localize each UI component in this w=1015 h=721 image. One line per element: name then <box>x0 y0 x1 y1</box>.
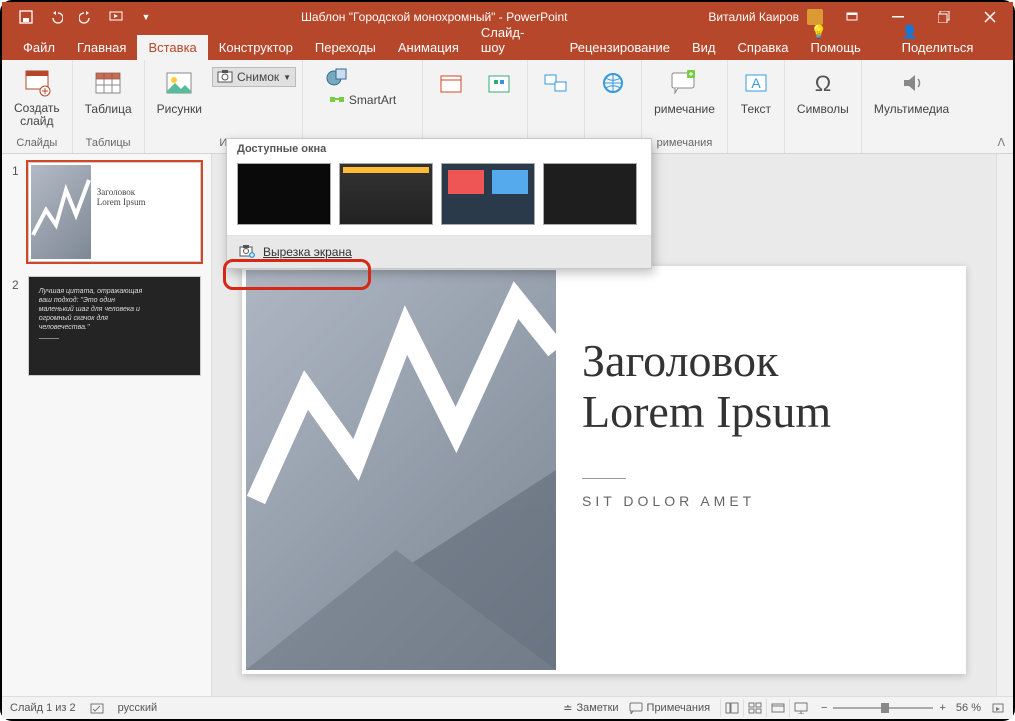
myaddins-icon <box>483 67 515 99</box>
slide-counter[interactable]: Слайд 1 из 2 <box>10 702 76 714</box>
textbox-icon: A <box>740 67 772 99</box>
link-icon <box>597 67 629 99</box>
comment-icon <box>668 67 700 99</box>
notes-button[interactable]: ≐ Заметки <box>563 702 618 715</box>
group-symbols: Ω Символы <box>785 60 862 153</box>
tell-me[interactable]: 💡 Помощь <box>800 19 891 60</box>
window-title: Шаблон "Городской монохромный" - PowerPo… <box>160 10 708 24</box>
slide-thumbnail-2[interactable]: Лучшая цитата, отражающая ваш подход: "Э… <box>28 276 201 376</box>
ribbon-tabs: Файл Главная Вставка Конструктор Переход… <box>2 32 1013 60</box>
slide-subtitle[interactable]: SIT DOLOR AMET <box>582 478 755 509</box>
thumb-number: 2 <box>12 276 28 376</box>
pictures-button[interactable]: Рисунки <box>151 65 208 118</box>
reading-view-icon[interactable] <box>766 699 788 717</box>
view-buttons <box>720 699 811 717</box>
svg-text:A: A <box>751 75 761 91</box>
redo-icon[interactable] <box>72 5 100 29</box>
thumbnail-panel[interactable]: 1 Заголовок Lorem Ipsum 2 Лучшая цитата,… <box>2 154 212 696</box>
zoom-out-icon[interactable]: − <box>821 702 827 714</box>
omega-icon: Ω <box>807 67 839 99</box>
table-button[interactable]: Таблица <box>79 65 138 118</box>
zoom-button[interactable] <box>534 65 578 101</box>
tab-transitions[interactable]: Переходы <box>304 35 387 60</box>
smartart-icon <box>329 92 345 108</box>
audio-icon <box>896 67 928 99</box>
group-tables: Таблица Таблицы <box>73 60 145 153</box>
shapes-icon <box>325 65 349 89</box>
tab-slideshow[interactable]: Слайд-шоу <box>470 20 559 60</box>
svg-text:Ω: Ω <box>815 71 831 96</box>
zoom-track[interactable] <box>833 707 933 709</box>
tab-file[interactable]: Файл <box>12 35 66 60</box>
link-button[interactable] <box>591 65 635 101</box>
addin2-button[interactable] <box>477 65 521 101</box>
window-thumbnail[interactable] <box>543 163 637 225</box>
quick-access-toolbar: ▼ <box>2 5 160 29</box>
tab-design[interactable]: Конструктор <box>208 35 304 60</box>
tab-help[interactable]: Справка <box>727 35 800 60</box>
symbols-button[interactable]: Ω Символы <box>791 65 855 118</box>
screenshot-icon <box>217 69 233 85</box>
pictures-icon <box>163 67 195 99</box>
share-button[interactable]: 👤 Поделиться <box>891 19 1003 60</box>
collapse-ribbon-icon[interactable]: ᐱ <box>997 136 1005 149</box>
fit-to-window-icon[interactable] <box>991 702 1005 714</box>
table-icon <box>92 67 124 99</box>
slide-thumbnail-1[interactable]: Заголовок Lorem Ipsum <box>28 162 201 262</box>
normal-view-icon[interactable] <box>720 699 742 717</box>
group-media: Мультимедиа <box>862 60 961 153</box>
thumb-number: 1 <box>12 162 28 262</box>
zoom-level[interactable]: 56 % <box>956 702 981 714</box>
store-icon <box>435 67 467 99</box>
tab-animations[interactable]: Анимация <box>387 35 470 60</box>
zoom-thumb[interactable] <box>881 703 889 713</box>
shapes-button[interactable] <box>325 65 400 89</box>
smartart-button[interactable]: SmartArt <box>325 91 400 109</box>
zoom-slider[interactable]: − + <box>821 702 946 714</box>
undo-icon[interactable] <box>42 5 70 29</box>
slide-canvas[interactable]: Заголовок Lorem Ipsum SIT DOLOR AMET <box>242 266 966 674</box>
new-slide-icon <box>21 67 53 99</box>
group-text: A Текст <box>728 60 785 153</box>
zoom-in-icon[interactable]: + <box>939 702 945 714</box>
slide-image <box>246 270 556 670</box>
text-button[interactable]: A Текст <box>734 65 778 118</box>
zoom-icon <box>540 67 572 99</box>
screenshot-dropdown: Доступные окна Вырезка экрана <box>226 138 652 269</box>
spellcheck-button[interactable] <box>90 701 104 715</box>
user-name: Виталий Каиров <box>708 10 799 24</box>
tab-home[interactable]: Главная <box>66 35 137 60</box>
qat-dropdown-icon[interactable]: ▼ <box>132 5 160 29</box>
dropdown-header: Доступные окна <box>227 139 651 159</box>
window-thumbnail[interactable] <box>441 163 535 225</box>
tab-insert[interactable]: Вставка <box>137 35 207 60</box>
screen-clipping-button[interactable]: Вырезка экрана <box>227 236 651 268</box>
group-slides: Создать слайд Слайды <box>2 60 73 153</box>
tab-review[interactable]: Рецензирование <box>559 35 681 60</box>
new-slide-button[interactable]: Создать слайд <box>8 65 66 130</box>
screenshot-button[interactable]: Снимок ▼ <box>212 67 296 87</box>
group-comments: римечание римечания <box>642 60 728 153</box>
language-button[interactable]: русский <box>118 702 157 714</box>
window-thumbnail[interactable] <box>339 163 433 225</box>
status-bar: Слайд 1 из 2 русский ≐ Заметки Примечани… <box>2 696 1013 719</box>
media-button[interactable]: Мультимедиа <box>868 65 955 118</box>
screen-clipping-icon <box>239 244 255 260</box>
slideshow-view-icon[interactable] <box>789 699 811 717</box>
slide-title[interactable]: Заголовок Lorem Ipsum <box>582 336 831 437</box>
comments-button[interactable]: Примечания <box>629 702 711 714</box>
tab-view[interactable]: Вид <box>681 35 727 60</box>
slideshow-start-icon[interactable] <box>102 5 130 29</box>
save-icon[interactable] <box>12 5 40 29</box>
window-thumbnail[interactable] <box>237 163 331 225</box>
comment-button[interactable]: римечание <box>648 65 721 118</box>
available-windows <box>227 159 651 235</box>
sorter-view-icon[interactable] <box>743 699 765 717</box>
chevron-down-icon: ▼ <box>283 73 291 82</box>
vertical-scrollbar[interactable] <box>996 154 1013 696</box>
addin1-button[interactable] <box>429 65 473 101</box>
